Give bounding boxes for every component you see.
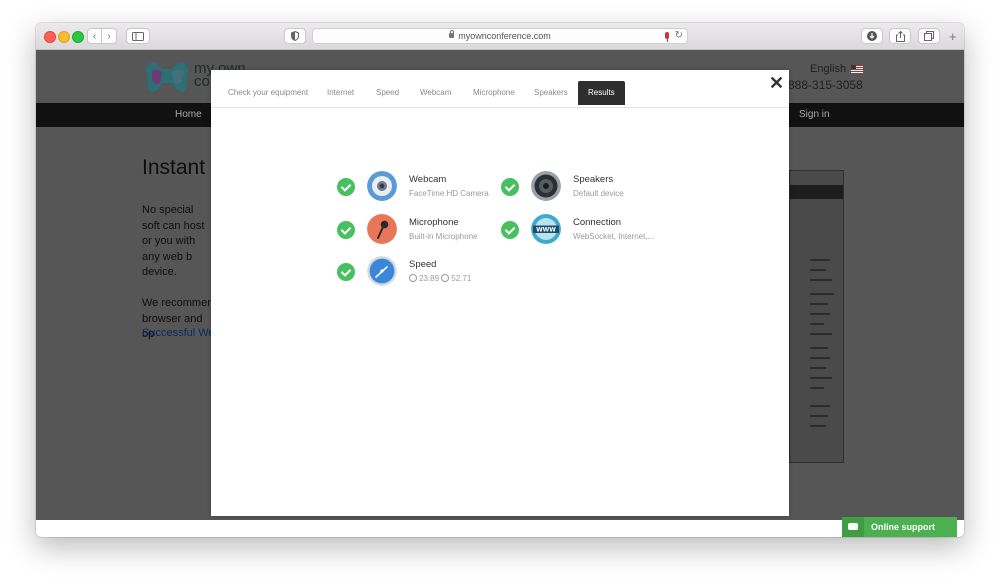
speed-values: 23.89 52.71 (409, 273, 472, 283)
downloads-button[interactable] (861, 28, 883, 44)
forward-button[interactable]: › (102, 28, 117, 44)
result-detail: Built-in Microphone (409, 232, 478, 241)
check-icon (501, 178, 519, 196)
result-detail: FaceTime HD Camera (409, 189, 489, 198)
nav-signin[interactable]: Sign in (799, 103, 830, 127)
equipment-check-modal: Check your equipment Internet Speed Webc… (211, 70, 789, 516)
result-detail: WebSocket, Internet,... (573, 232, 655, 241)
tabs-overview-button[interactable] (918, 28, 940, 44)
tab-results[interactable]: Results (578, 81, 625, 105)
www-globe-icon: WWW (531, 214, 561, 244)
minimize-window-button[interactable] (58, 31, 70, 43)
check-icon (337, 221, 355, 239)
upload-speed: 52.71 (451, 274, 472, 283)
svg-text:WWW: WWW (536, 227, 556, 234)
speedometer-icon (367, 256, 397, 286)
download-speed: 23.89 (419, 274, 440, 283)
hero-link[interactable]: Successful Web (142, 327, 221, 339)
site-footer (36, 520, 964, 537)
tab-webcam[interactable]: Webcam (420, 70, 451, 107)
app-preview-image (789, 170, 844, 463)
phone-number: 888-315-3058 (788, 78, 863, 92)
upload-gauge-icon (441, 273, 450, 282)
tabs-icon (924, 31, 934, 41)
url-text: myownconference.com (458, 31, 551, 41)
result-detail: Default device (573, 189, 624, 198)
zoom-window-button[interactable] (72, 31, 84, 43)
online-support-button[interactable]: Online support (842, 517, 957, 537)
modal-tabs: Check your equipment Internet Speed Webc… (211, 70, 789, 108)
chat-bubble-icon (842, 517, 864, 537)
address-bar[interactable]: myownconference.com ↻ (312, 28, 688, 44)
speaker-icon (531, 171, 561, 201)
language-selector[interactable]: English (810, 63, 864, 75)
history-nav: ‹ › (87, 28, 117, 44)
sidebar-icon (132, 31, 144, 41)
tab-microphone[interactable]: Microphone (473, 70, 515, 107)
nav-home[interactable]: Home (175, 103, 202, 127)
result-name: Webcam (409, 174, 447, 185)
result-name: Connection (573, 217, 622, 228)
language-label: English (810, 63, 847, 75)
tab-check-equipment[interactable]: Check your equipment (228, 70, 308, 107)
new-tab-button[interactable]: + (949, 30, 957, 43)
privacy-shield-button[interactable] (284, 28, 306, 44)
download-icon (867, 31, 877, 41)
share-icon (895, 30, 905, 42)
browser-toolbar: ‹ › myownconference.com ↻ + (36, 23, 964, 50)
us-flag-icon (851, 65, 864, 74)
result-name: Speakers (573, 174, 614, 185)
check-icon (337, 178, 355, 196)
tab-internet[interactable]: Internet (327, 70, 354, 107)
download-gauge-icon (409, 273, 417, 282)
hero-text: No special soft can host or you with any… (142, 204, 214, 340)
logo-icon (146, 62, 188, 92)
back-button[interactable]: ‹ (87, 28, 102, 44)
check-icon (337, 263, 355, 281)
result-name: Speed (409, 259, 437, 270)
online-support-label: Online support (871, 522, 935, 532)
microphone-icon (367, 214, 397, 244)
share-button[interactable] (889, 28, 911, 44)
hero-title: Instant (142, 156, 206, 179)
close-window-button[interactable] (44, 31, 56, 43)
close-icon[interactable]: ✕ (769, 74, 784, 92)
check-icon (501, 221, 519, 239)
tab-speakers[interactable]: Speakers (534, 70, 568, 107)
sidebar-toggle-button[interactable] (126, 28, 150, 44)
browser-window: ‹ › myownconference.com ↻ + my own co En… (36, 23, 964, 537)
shield-icon (291, 31, 299, 41)
webcam-icon (367, 171, 397, 201)
tab-speed[interactable]: Speed (376, 70, 399, 107)
reload-button[interactable]: ↻ (675, 29, 683, 43)
result-name: Microphone (409, 217, 459, 228)
microphone-indicator-icon[interactable] (665, 32, 669, 42)
lock-icon (449, 29, 455, 39)
